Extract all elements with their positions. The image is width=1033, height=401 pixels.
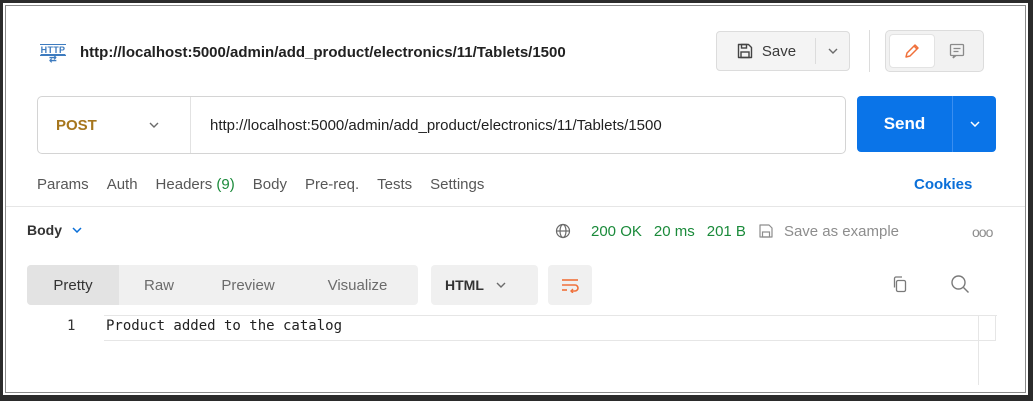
chevron-down-icon <box>496 282 506 288</box>
save-icon <box>737 43 753 59</box>
editor-edge <box>995 315 996 340</box>
cookies-link[interactable]: Cookies <box>914 176 972 193</box>
header-divider <box>869 30 870 72</box>
comments-icon <box>950 43 965 59</box>
request-tabs: Params Auth Headers (9) Body Pre-req. Te… <box>37 176 502 196</box>
send-button-group: Send <box>857 96 996 152</box>
tab-visualize[interactable]: Visualize <box>297 265 418 305</box>
response-time[interactable]: 20 ms <box>654 223 695 240</box>
copy-icon <box>893 276 907 293</box>
search-button[interactable] <box>950 274 970 299</box>
line-number: 1 <box>67 318 76 334</box>
tab-auth[interactable]: Auth <box>107 176 138 196</box>
url-bar: POST <box>37 96 846 154</box>
edit-pencil-icon <box>905 44 919 58</box>
response-body-label: Body <box>27 222 62 238</box>
status-code[interactable]: 200 OK <box>591 223 642 240</box>
response-meta: 200 OK 20 ms 201 B Save as example <box>555 220 899 242</box>
http-request-icon: HTTP ⇄ <box>39 43 67 64</box>
response-body-select[interactable]: Body <box>27 222 82 238</box>
response-size[interactable]: 201 B <box>707 223 746 240</box>
tab-raw[interactable]: Raw <box>119 265 199 305</box>
chevron-down-icon <box>828 48 837 54</box>
globe-icon[interactable] <box>555 223 571 239</box>
tab-params[interactable]: Params <box>37 176 89 196</box>
send-button[interactable]: Send <box>857 96 952 152</box>
save-as-example-button[interactable]: Save as example <box>784 223 899 240</box>
format-select[interactable]: HTML <box>431 265 538 305</box>
save-label: Save <box>761 42 797 60</box>
format-label: HTML <box>445 277 484 293</box>
section-divider <box>6 206 1025 207</box>
headers-count: (9) <box>216 176 235 193</box>
chevron-down-icon <box>149 122 159 128</box>
save-button-group: Save <box>716 31 850 71</box>
tab-tests[interactable]: Tests <box>377 176 412 196</box>
search-icon <box>951 275 969 293</box>
save-button[interactable]: Save <box>717 32 815 70</box>
tab-headers-label: Headers <box>155 176 213 193</box>
request-title[interactable]: http://localhost:5000/admin/add_product/… <box>80 44 566 61</box>
tab-preview[interactable]: Preview <box>199 265 297 305</box>
tab-body[interactable]: Body <box>253 176 287 196</box>
chevron-down-icon <box>72 227 82 233</box>
more-options-icon[interactable]: ooo <box>972 224 993 240</box>
url-input[interactable] <box>191 97 845 153</box>
view-mode-toggle <box>885 30 984 72</box>
edit-mode-button[interactable] <box>889 34 935 68</box>
tab-settings[interactable]: Settings <box>430 176 484 196</box>
method-label: POST <box>56 116 97 134</box>
editor-scrollbar-track <box>978 315 979 385</box>
save-options-button[interactable] <box>816 32 849 70</box>
code-editor-border <box>104 315 997 316</box>
wrap-lines-icon <box>562 279 579 293</box>
response-body-text[interactable]: Product added to the catalog <box>106 318 342 334</box>
chevron-down-icon <box>969 121 980 127</box>
method-select[interactable]: POST <box>38 97 191 153</box>
send-options-button[interactable] <box>953 96 996 152</box>
copy-button[interactable] <box>892 275 908 298</box>
tab-pretty[interactable]: Pretty <box>27 265 119 305</box>
comments-button[interactable] <box>935 34 980 68</box>
save-icon <box>759 224 773 238</box>
response-view-tabs: Pretty Raw Preview Visualize <box>27 265 418 305</box>
wrap-lines-button[interactable] <box>548 265 592 305</box>
current-line-highlight <box>104 340 996 341</box>
tab-prereq[interactable]: Pre-req. <box>305 176 359 196</box>
tab-headers[interactable]: Headers (9) <box>156 176 235 196</box>
